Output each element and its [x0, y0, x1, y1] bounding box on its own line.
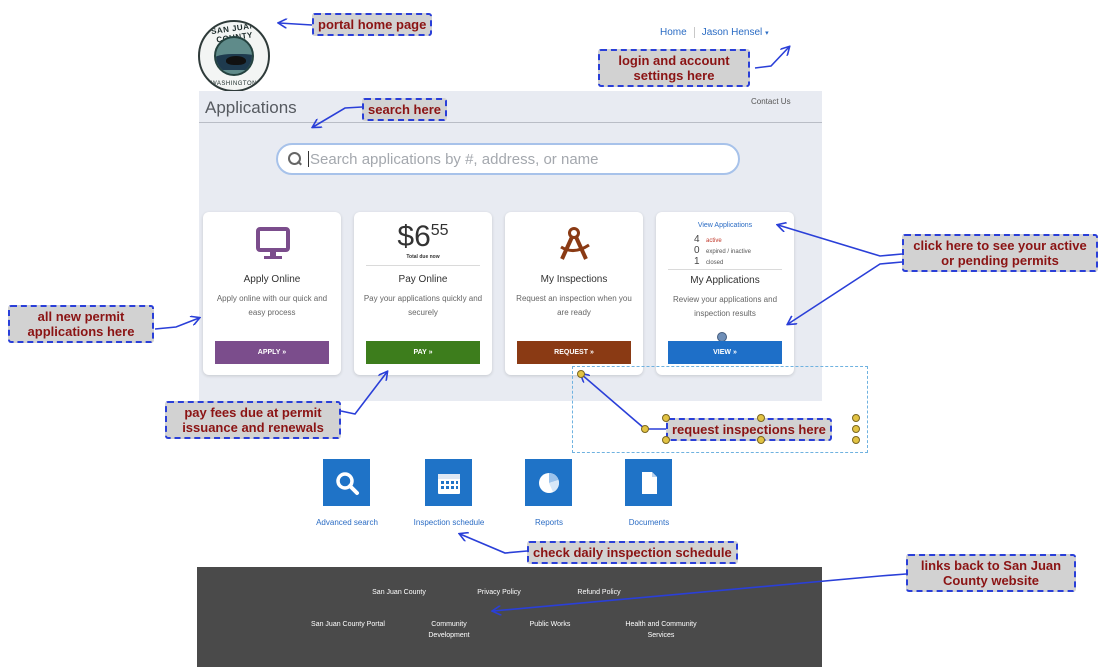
calendar-icon [437, 473, 460, 494]
home-link[interactable]: Home [660, 27, 687, 38]
amount-dollars: $6 [397, 220, 431, 253]
applications-card-title: My Applications [690, 275, 760, 286]
footer-link-health[interactable]: Health and Community Services [622, 619, 700, 641]
footer-link-privacy[interactable]: Privacy Policy [462, 587, 536, 598]
contact-us-link[interactable]: Contact Us [751, 97, 791, 106]
handle-icon[interactable] [852, 436, 860, 444]
reports-link[interactable]: Reports [510, 518, 588, 527]
logo-emblem [214, 36, 254, 76]
user-name: Jason Hensel [701, 27, 763, 38]
handle-icon[interactable] [852, 414, 860, 422]
arrow-login [754, 47, 789, 69]
top-nav: Home Jason Hensel ▾ [660, 27, 769, 38]
document-icon [641, 471, 657, 494]
footer-link-refund[interactable]: Refund Policy [562, 587, 636, 598]
caret-down-icon: ▾ [765, 30, 769, 37]
callout-login: login and account settings here [598, 49, 750, 87]
reports-tile[interactable] [525, 459, 572, 506]
request-button[interactable]: REQUEST » [517, 341, 631, 364]
view-applications-link[interactable]: View Applications [656, 222, 794, 229]
callout-inspections: request inspections here [666, 418, 832, 441]
inspections-card-title: My Inspections [540, 274, 608, 285]
user-menu[interactable]: Jason Hensel ▾ [702, 27, 769, 38]
pay-card-desc: Pay your applications quickly and secure… [363, 294, 483, 317]
amount-due: $655 [354, 220, 492, 254]
stat-label: closed [706, 260, 724, 266]
handle-icon[interactable] [577, 370, 585, 378]
apply-card-desc: Apply online with our quick and easy pro… [216, 294, 328, 317]
handle-icon[interactable] [852, 425, 860, 433]
card-divider [366, 265, 480, 266]
inspection-schedule-tile[interactable] [425, 459, 472, 506]
handle-icon[interactable] [662, 436, 670, 444]
footer-link-public-works[interactable]: Public Works [514, 619, 586, 630]
callout-new-permit: all new permit applications here [8, 305, 154, 343]
handle-icon[interactable] [662, 414, 670, 422]
compass-icon [560, 227, 590, 260]
text-cursor [308, 151, 309, 167]
card-divider [668, 269, 782, 270]
apply-card-title: Apply Online [243, 274, 301, 285]
callout-search: search here [362, 98, 447, 121]
search-icon [288, 152, 302, 166]
handle-icon[interactable] [757, 414, 765, 422]
apply-button[interactable]: APPLY » [215, 341, 329, 364]
nav-divider [693, 27, 695, 38]
view-button[interactable]: VIEW » [668, 341, 782, 364]
monitor-icon [256, 227, 290, 259]
orca-icon [226, 56, 246, 65]
stat-active: 4 active [694, 234, 722, 245]
footer-link-county[interactable]: San Juan County [355, 587, 443, 598]
callout-applications: click here to see your active or pending… [902, 234, 1098, 272]
pay-online-card[interactable]: $655 Total due now Pay Online Pay your a… [354, 212, 492, 375]
total-due-label: Total due now [406, 254, 440, 260]
pay-card-title: Pay Online [398, 274, 448, 285]
arrow-home [279, 23, 313, 25]
applications-card-desc: Review your applications and inspection … [672, 295, 778, 318]
inspection-schedule-link[interactable]: Inspection schedule [401, 518, 497, 527]
stat-label: active [706, 238, 722, 244]
callout-home: portal home page [312, 13, 433, 36]
callout-links: links back to San Juan County website [906, 554, 1076, 592]
callout-fees: pay fees due at permit issuance and rene… [165, 401, 341, 439]
logo-bottom-text: WASHINGTON [210, 81, 257, 87]
documents-link[interactable]: Documents [610, 518, 688, 527]
inspections-card-desc: Request an inspection when you are ready [516, 294, 632, 317]
search-icon [335, 471, 359, 495]
callout-schedule: check daily inspection schedule [527, 541, 738, 564]
pay-button[interactable]: PAY » [366, 341, 480, 364]
search-input[interactable] [310, 150, 710, 168]
footer-link-portal[interactable]: San Juan County Portal [308, 619, 388, 630]
stat-expired: 0 expired / inactive [694, 245, 751, 256]
footer [197, 567, 822, 667]
apply-online-card[interactable]: Apply Online Apply online with our quick… [203, 212, 341, 375]
stat-label: expired / inactive [706, 249, 752, 255]
page-title: Applications [205, 98, 297, 117]
my-inspections-card[interactable]: My Inspections Request an inspection whe… [505, 212, 643, 375]
handle-icon[interactable] [641, 425, 649, 433]
stat-closed: 1 closed [694, 256, 723, 267]
amount-cents: 55 [430, 222, 449, 239]
stat-count: 0 [694, 245, 700, 256]
documents-tile[interactable] [625, 459, 672, 506]
title-divider [199, 122, 822, 123]
footer-link-community-development[interactable]: Community Development [413, 619, 485, 641]
advanced-search-link[interactable]: Advanced search [305, 518, 389, 527]
handle-icon[interactable] [757, 436, 765, 444]
arrow-schedule [460, 534, 528, 554]
county-logo[interactable]: SAN JUAN COUNTY WASHINGTON [198, 20, 270, 92]
arrow-new-apps [154, 318, 199, 330]
my-applications-card[interactable]: View Applications 4 active 0 expired / i… [656, 212, 794, 375]
search-bar[interactable] [276, 143, 740, 175]
advanced-search-tile[interactable] [323, 459, 370, 506]
stat-count: 4 [694, 234, 700, 245]
stat-count: 1 [694, 256, 700, 267]
pie-chart-icon [538, 472, 559, 493]
